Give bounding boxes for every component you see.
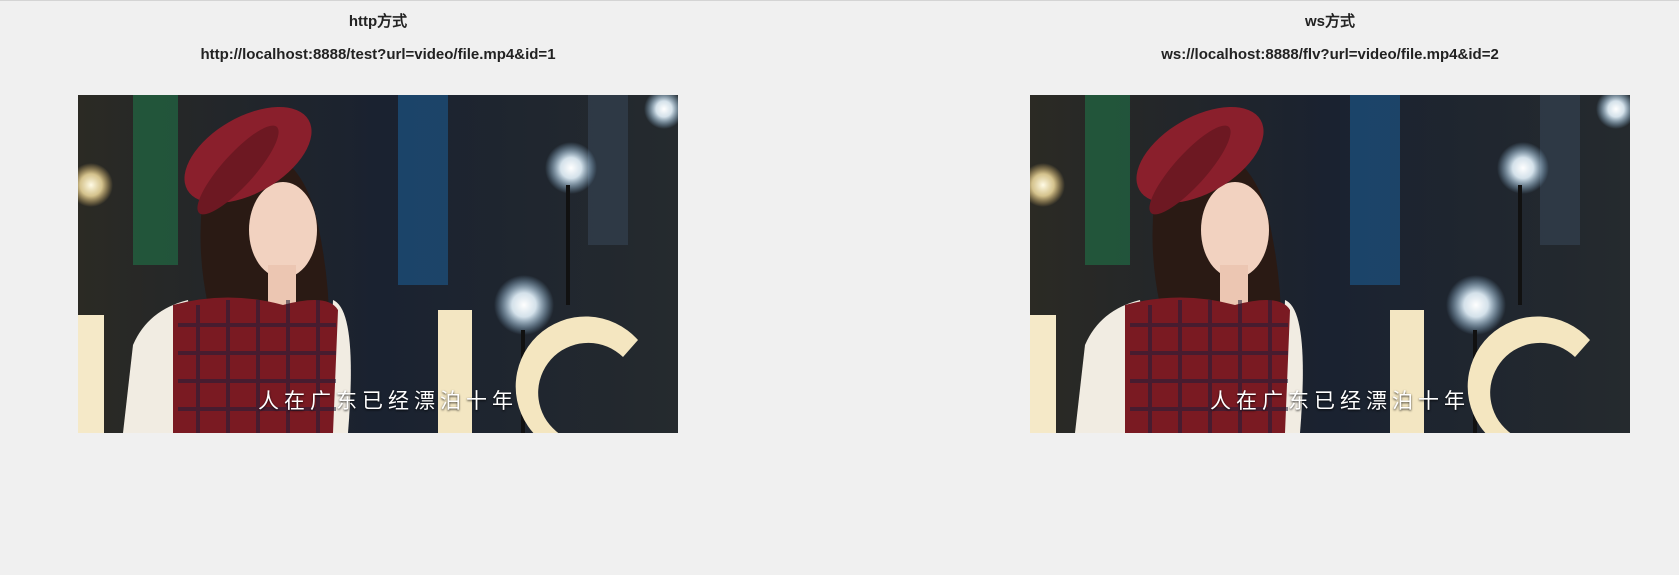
video-player[interactable]: 人在广东已经漂泊十年: [1030, 95, 1630, 433]
video-subtitle: 人在广东已经漂泊十年: [1210, 389, 1470, 413]
stream-url: http://localhost:8888/test?url=video/fil…: [200, 46, 556, 63]
video-frame: [78, 95, 678, 433]
video-player[interactable]: 人在广东已经漂泊十年: [78, 95, 678, 433]
panel-title: http方式: [348, 13, 408, 30]
page: http方式 http://localhost:8888/test?url=vi…: [0, 0, 1679, 575]
stream-url: ws://localhost:8888/flv?url=video/file.m…: [1161, 46, 1499, 63]
video-frame: [1030, 95, 1630, 433]
panel-title: ws方式: [1304, 13, 1355, 30]
video-subtitle: 人在广东已经漂泊十年: [258, 389, 518, 413]
